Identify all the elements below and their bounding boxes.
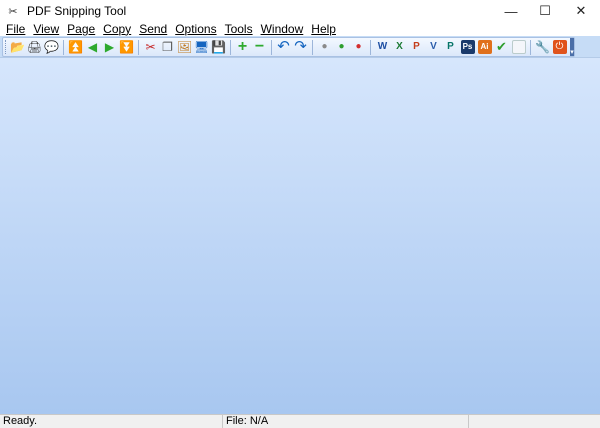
last-page-icon-glyph: ⏬ [119,40,134,54]
toolbar-grip[interactable] [5,40,7,54]
gray-dot-icon[interactable]: ● [316,39,333,56]
red-dot-icon[interactable]: ● [350,39,367,56]
zoom-in-icon-glyph: + [237,38,248,55]
copy-icon-glyph: ❐ [162,40,173,54]
document-workspace[interactable] [0,58,600,414]
redo-icon[interactable]: ↷ [292,39,309,56]
tools-icon-glyph: 🔧 [535,40,550,54]
menu-options[interactable]: Options [171,22,220,36]
toolbar-separator [138,39,139,55]
publisher-icon[interactable]: P [442,39,459,56]
maximize-button[interactable]: ☐ [528,0,562,22]
photoshop-icon[interactable]: Ps [459,39,476,56]
save-icon-glyph: 💾 [211,40,226,54]
zoom-in-icon[interactable]: + [234,39,251,56]
zoom-out-icon-glyph: − [254,38,265,55]
redo-icon-glyph: ↷ [294,38,307,55]
open-icon[interactable]: 📂 [9,39,26,56]
illustrator-icon[interactable]: Ai [476,39,493,56]
status-bar: Ready. File: N/A [0,414,600,428]
illustrator-icon-glyph: Ai [477,40,492,54]
snip-icon[interactable]: ✂ [142,39,159,56]
zoom-out-icon[interactable]: − [251,39,268,56]
last-page-icon[interactable]: ⏬ [118,39,135,56]
menu-file[interactable]: File [2,22,29,36]
green-dot-icon-glyph: ● [338,41,345,52]
excel-icon-glyph: X [396,41,403,52]
visio-icon-glyph: V [430,41,437,52]
toolbar-overflow-icon[interactable]: ▾ [570,38,574,56]
comment-icon[interactable]: 💬 [43,39,60,56]
powerpoint-icon-glyph: P [413,41,420,52]
word-icon-glyph: W [377,41,388,52]
minimize-button[interactable]: — [494,0,528,22]
toolbar-strip: 📂 🖨 💬 ⏫ ◀ ▶ ⏬ ✂ ❐ 🖼 🖥 💾 + − ↶ ↷ ● ● ● W X P V P Ps Ai ✔ 🔧 ⏻ ▾ [0,36,600,58]
toolbar-separator [370,39,371,55]
green-dot-icon[interactable]: ● [333,39,350,56]
previous-page-icon[interactable]: ◀ [84,39,101,56]
first-page-icon-glyph: ⏫ [68,40,83,54]
visio-icon[interactable]: V [425,39,442,56]
print-icon[interactable]: 🖨 [26,39,43,56]
blank-icon-glyph [511,40,526,54]
title-bar: ✂ PDF Snipping Tool — ☐ ✕ [0,0,600,22]
comment-icon-glyph: 💬 [44,40,59,54]
status-ready: Ready. [0,415,223,428]
window-controls: — ☐ ✕ [494,0,600,22]
image-icon-glyph: 🖼 [176,40,193,54]
check-icon-glyph: ✔ [496,39,507,54]
menu-window[interactable]: Window [257,22,308,36]
word-icon[interactable]: W [374,39,391,56]
window-title: PDF Snipping Tool [27,4,127,18]
previous-page-icon-glyph: ◀ [87,40,98,54]
exit-icon[interactable]: ⏻ [551,39,568,56]
gray-dot-icon-glyph: ● [321,41,328,52]
photoshop-icon-glyph: Ps [460,40,475,54]
publisher-icon-glyph: P [447,41,454,52]
copy-icon[interactable]: ❐ [159,39,176,56]
main-toolbar: 📂 🖨 💬 ⏫ ◀ ▶ ⏬ ✂ ❐ 🖼 🖥 💾 + − ↶ ↷ ● ● ● W X P V P Ps Ai ✔ 🔧 ⏻ ▾ [2,37,575,57]
excel-icon[interactable]: X [391,39,408,56]
snip-icon-glyph: ✂ [145,40,156,54]
next-page-icon-glyph: ▶ [104,40,115,54]
menu-send[interactable]: Send [135,22,171,36]
tools-icon[interactable]: 🔧 [534,39,551,56]
exit-icon-glyph: ⏻ [552,40,567,54]
toolbar-separator [530,39,531,55]
menu-copy[interactable]: Copy [99,22,135,36]
red-dot-icon-glyph: ● [355,41,362,52]
toolbar-separator [63,39,64,55]
scissors-icon[interactable]: ✂ [5,3,21,19]
screen-icon-glyph: 🖥 [193,40,210,54]
next-page-icon[interactable]: ▶ [101,39,118,56]
print-icon-glyph: 🖨 [26,40,43,54]
menu-bar: File View Page Copy Send Options Tools W… [0,22,600,36]
powerpoint-icon[interactable]: P [408,39,425,56]
toolbar-separator [230,39,231,55]
status-file: File: N/A [223,415,469,428]
first-page-icon[interactable]: ⏫ [67,39,84,56]
menu-tools[interactable]: Tools [221,22,257,36]
open-icon-glyph: 📂 [10,40,25,54]
blank-icon[interactable] [510,39,527,56]
screen-icon[interactable]: 🖥 [193,39,210,56]
save-icon[interactable]: 💾 [210,39,227,56]
image-icon[interactable]: 🖼 [176,39,193,56]
menu-help[interactable]: Help [307,22,340,36]
undo-icon-glyph: ↶ [277,38,290,55]
menu-view[interactable]: View [29,22,63,36]
menu-page[interactable]: Page [63,22,99,36]
status-extra [469,415,600,428]
check-icon[interactable]: ✔ [493,39,510,56]
toolbar-separator [271,39,272,55]
close-button[interactable]: ✕ [562,0,600,22]
toolbar-separator [312,39,313,55]
undo-icon[interactable]: ↶ [275,39,292,56]
